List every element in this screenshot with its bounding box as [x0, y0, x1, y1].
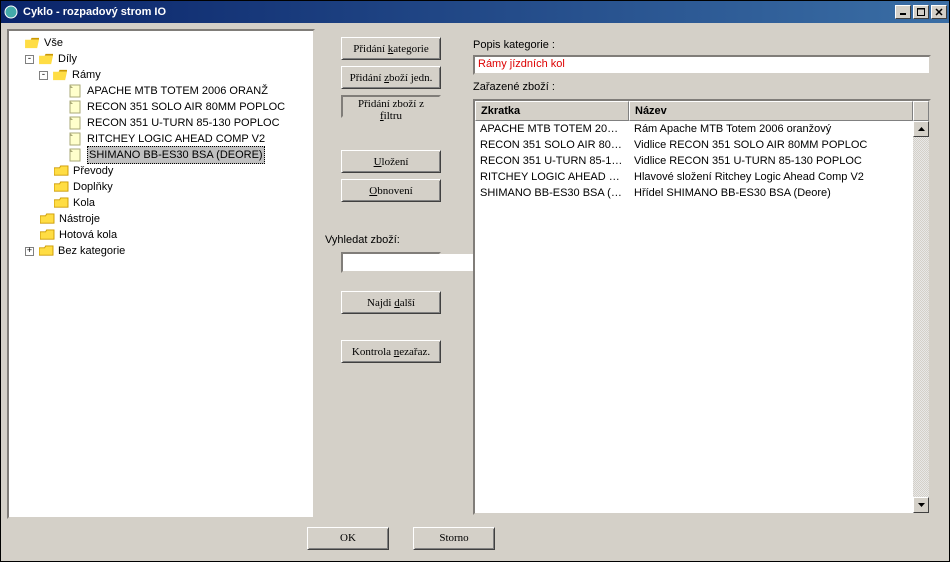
- details-panel: Popis kategorie : Rámy jízdních kol Zařa…: [467, 29, 943, 519]
- description-label: Popis kategorie :: [473, 39, 937, 51]
- add-category-button[interactable]: Přidání kategorie: [341, 37, 441, 60]
- tree-item[interactable]: RITCHEY LOGIC AHEAD COMP V2: [87, 131, 265, 147]
- items-list-label: Zařazené zboží :: [473, 81, 937, 93]
- items-table[interactable]: Zkratka Název APACHE MTB TOTEM 2006 ...R…: [473, 99, 931, 515]
- tree-item[interactable]: RECON 351 SOLO AIR 80MM POPLOC: [87, 99, 285, 115]
- action-panel: Přidání kategorie Přidání zboží jedn. Př…: [315, 29, 467, 519]
- scroll-up-icon[interactable]: [913, 121, 929, 137]
- expand-icon[interactable]: +: [25, 247, 34, 256]
- header-scroll-corner: [913, 101, 929, 121]
- tree-label[interactable]: Kola: [73, 195, 95, 211]
- maximize-button[interactable]: [913, 5, 929, 19]
- close-button[interactable]: [931, 5, 947, 19]
- cell-nazev: Vidlice RECON 351 SOLO AIR 80MM POPLOC: [629, 139, 913, 151]
- title-bar: Cyklo - rozpadový strom IO: [1, 1, 949, 23]
- tree-label[interactable]: Hotová kola: [59, 227, 117, 243]
- tree-item-selected[interactable]: SHIMANO BB-ES30 BSA (DEORE): [87, 146, 265, 164]
- tree-label[interactable]: Nástroje: [59, 211, 100, 227]
- add-item-single-button[interactable]: Přidání zboží jedn.: [341, 66, 441, 89]
- collapse-icon[interactable]: -: [25, 55, 34, 64]
- table-row[interactable]: APACHE MTB TOTEM 2006 ...Rám Apache MTB …: [475, 121, 913, 137]
- find-next-button[interactable]: Najdi další: [341, 291, 441, 314]
- app-window: Cyklo - rozpadový strom IO Vše - Díly - Rá…: [0, 0, 950, 562]
- tree-item[interactable]: APACHE MTB TOTEM 2006 ORANŽ: [87, 83, 268, 99]
- cell-nazev: Rám Apache MTB Totem 2006 oranžový: [629, 123, 913, 135]
- app-icon: [3, 4, 19, 20]
- window-title: Cyklo - rozpadový strom IO: [23, 6, 895, 18]
- description-field[interactable]: Rámy jízdních kol: [473, 55, 931, 75]
- save-button[interactable]: Uložení: [341, 150, 441, 173]
- tree-label[interactable]: Rámy: [72, 67, 101, 83]
- add-item-filter-button[interactable]: Přidání zboží z filtru: [341, 95, 441, 118]
- table-row[interactable]: SHIMANO BB-ES30 BSA (D...Hřídel SHIMANO …: [475, 185, 913, 201]
- document-icon: [67, 116, 83, 130]
- cell-zkratka: SHIMANO BB-ES30 BSA (D...: [475, 187, 629, 199]
- tree-label[interactable]: Vše: [44, 35, 63, 51]
- cancel-button[interactable]: Storno: [413, 527, 495, 550]
- table-header: Zkratka Název: [475, 101, 929, 121]
- cell-nazev: Hlavové složení Ritchey Logic Ahead Comp…: [629, 171, 913, 183]
- scroll-down-icon[interactable]: [913, 497, 929, 513]
- tree-label[interactable]: Díly: [58, 51, 77, 67]
- cell-zkratka: RECON 351 U-TURN 85-13...: [475, 155, 629, 167]
- search-input[interactable]: [343, 254, 482, 271]
- tree-label[interactable]: Převody: [73, 163, 113, 179]
- dialog-footer: OK Storno: [7, 521, 943, 555]
- ok-button[interactable]: OK: [307, 527, 389, 550]
- tree-label[interactable]: Doplňky: [73, 179, 113, 195]
- folder-icon: [39, 228, 55, 242]
- category-tree[interactable]: Vše - Díly - Rámy APACHE MTB TOTEM 2006 OR…: [7, 29, 315, 519]
- tree-item[interactable]: RECON 351 U-TURN 85-130 POPLOC: [87, 115, 280, 131]
- search-combo[interactable]: [341, 252, 441, 273]
- scroll-track[interactable]: [913, 137, 929, 497]
- folder-icon: [39, 212, 55, 226]
- cell-nazev: Hřídel SHIMANO BB-ES30 BSA (Deore): [629, 187, 913, 199]
- folder-icon: [38, 244, 54, 258]
- document-icon: [67, 148, 83, 162]
- cell-zkratka: RITCHEY LOGIC AHEAD C...: [475, 171, 629, 183]
- folder-icon: [53, 180, 69, 194]
- table-row[interactable]: RECON 351 U-TURN 85-13...Vidlice RECON 3…: [475, 153, 913, 169]
- vertical-scrollbar[interactable]: [913, 121, 929, 513]
- table-row[interactable]: RECON 351 SOLO AIR 80M...Vidlice RECON 3…: [475, 137, 913, 153]
- cell-zkratka: APACHE MTB TOTEM 2006 ...: [475, 123, 629, 135]
- document-icon: [67, 100, 83, 114]
- table-body: APACHE MTB TOTEM 2006 ...Rám Apache MTB …: [475, 121, 913, 513]
- folder-open-icon: [52, 68, 68, 82]
- folder-icon: [53, 196, 69, 210]
- column-header-nazev[interactable]: Název: [629, 101, 913, 121]
- folder-icon: [53, 164, 69, 178]
- document-icon: [67, 132, 83, 146]
- check-uncategorized-button[interactable]: Kontrola nezařaz.: [341, 340, 441, 363]
- column-header-zkratka[interactable]: Zkratka: [475, 101, 629, 121]
- collapse-icon[interactable]: -: [39, 71, 48, 80]
- table-row[interactable]: RITCHEY LOGIC AHEAD C...Hlavové složení …: [475, 169, 913, 185]
- minimize-button[interactable]: [895, 5, 911, 19]
- folder-open-icon: [38, 52, 54, 66]
- tree-label[interactable]: Bez kategorie: [58, 243, 125, 259]
- client-area: Vše - Díly - Rámy APACHE MTB TOTEM 2006 OR…: [1, 23, 949, 561]
- refresh-button[interactable]: Obnovení: [341, 179, 441, 202]
- cell-nazev: Vidlice RECON 351 U-TURN 85-130 POPLOC: [629, 155, 913, 167]
- cell-zkratka: RECON 351 SOLO AIR 80M...: [475, 139, 629, 151]
- search-label: Vyhledat zboží:: [325, 234, 400, 246]
- folder-open-icon: [24, 36, 40, 50]
- document-icon: [67, 84, 83, 98]
